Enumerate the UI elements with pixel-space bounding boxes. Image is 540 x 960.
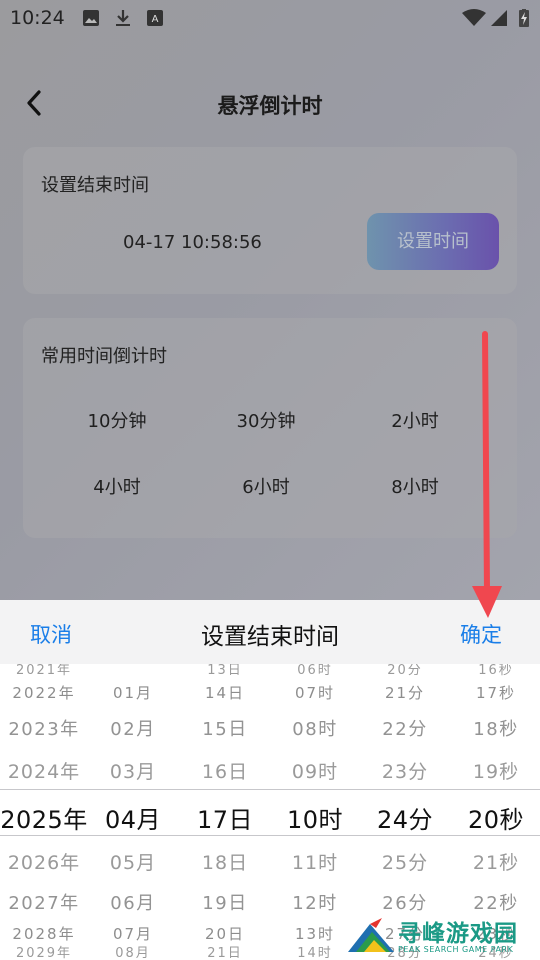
picker-day-option[interactable]: 13日 xyxy=(175,664,275,678)
picker-hour-option[interactable]: 10时 xyxy=(265,800,365,835)
picker-day-option[interactable]: 21日 xyxy=(175,942,275,960)
picker-year-option[interactable]: 2027年 xyxy=(0,889,94,915)
mountain-logo-icon xyxy=(348,918,394,952)
picker-day-option[interactable]: 18日 xyxy=(175,848,275,875)
picker-year-option[interactable]: 2024年 xyxy=(0,757,94,784)
picker-minute-option[interactable]: 24分 xyxy=(355,800,455,835)
picker-second-option[interactable]: 22秒 xyxy=(446,889,540,915)
picker-day-option[interactable]: 14日 xyxy=(175,682,275,703)
watermark-subtext: PEAK SEARCH GAME PARK xyxy=(398,945,514,954)
picker-minute-option[interactable]: 23分 xyxy=(355,757,455,784)
picker-month-option[interactable]: 02月 xyxy=(83,715,183,741)
image-icon xyxy=(83,10,99,26)
picker-day-option[interactable]: 15日 xyxy=(175,715,275,741)
picker-month-option[interactable]: 08月 xyxy=(83,942,183,960)
picker-year-option[interactable]: 2022年 xyxy=(0,682,94,703)
picker-month-option[interactable]: 01月 xyxy=(83,682,183,703)
picker-minute-option[interactable]: 22分 xyxy=(355,715,455,741)
picker-year-option[interactable]: 2021年 xyxy=(0,664,94,678)
picker-hour-option[interactable]: 11时 xyxy=(265,848,365,875)
picker-second-option[interactable]: 17秒 xyxy=(446,682,540,703)
time-picker-sheet: 取消 设置结束时间 确定 2021年 2022年 2023年 2024年 2025年 20… xyxy=(0,600,540,960)
download-icon xyxy=(116,10,130,26)
picker-year-option[interactable]: 2028年 xyxy=(0,923,94,944)
picker-minute-option[interactable]: 21分 xyxy=(355,682,455,703)
presets-card: 常用时间倒计时 10分钟 30分钟 2小时 4小时 6小时 8小时 xyxy=(23,318,517,538)
font-a-icon: A xyxy=(147,10,163,26)
picker-month-option[interactable]: 05月 xyxy=(83,848,183,875)
picker-second-option[interactable]: 19秒 xyxy=(446,757,540,784)
battery-charging-icon xyxy=(519,9,529,27)
picker-second-option[interactable]: 21秒 xyxy=(446,848,540,875)
confirm-button[interactable]: 确定 xyxy=(460,619,502,649)
picker-hour-option[interactable]: 09时 xyxy=(265,757,365,784)
end-time-card-title: 设置结束时间 xyxy=(41,175,149,196)
picker-month-option[interactable]: 03月 xyxy=(83,757,183,784)
picker-minute-option[interactable]: 26分 xyxy=(355,889,455,915)
status-bar: 10:24 A xyxy=(0,0,540,40)
picker-month-option[interactable]: 04月 xyxy=(83,800,183,835)
selection-line-top xyxy=(0,789,540,790)
picker-day-option[interactable]: 20日 xyxy=(175,923,275,944)
preset-10min[interactable]: 10分钟 xyxy=(47,407,187,433)
top-bar: 悬浮倒计时 xyxy=(0,70,540,134)
preset-4h[interactable]: 4小时 xyxy=(47,473,187,499)
picker-day-option[interactable]: 17日 xyxy=(175,800,275,835)
picker-header: 取消 设置结束时间 确定 xyxy=(0,600,540,664)
picker-month-option[interactable]: 06月 xyxy=(83,889,183,915)
picker-year-option[interactable]: 2025年 xyxy=(0,800,94,835)
watermark-text: 寻峰游戏园 xyxy=(398,921,518,947)
picker-minute-option[interactable]: 25分 xyxy=(355,848,455,875)
picker-title: 设置结束时间 xyxy=(201,624,339,650)
preset-6h[interactable]: 6小时 xyxy=(196,473,336,499)
picker-hour-option[interactable]: 12时 xyxy=(265,889,365,915)
page-title: 悬浮倒计时 xyxy=(217,94,323,118)
selection-line-bottom xyxy=(0,835,540,836)
picker-day-option[interactable]: 16日 xyxy=(175,757,275,784)
svg-text:A: A xyxy=(152,14,159,25)
picker-second-option[interactable]: 20秒 xyxy=(446,800,540,835)
preset-30min[interactable]: 30分钟 xyxy=(196,407,336,433)
end-time-card: 设置结束时间 04-17 10:58:56 设置时间 xyxy=(23,147,517,294)
end-time-value: 04-17 10:58:56 xyxy=(123,232,262,253)
picker-hour-option[interactable]: 07时 xyxy=(265,682,365,703)
picker-hour-option[interactable]: 06时 xyxy=(265,664,365,678)
presets-card-title: 常用时间倒计时 xyxy=(41,346,167,367)
status-time: 10:24 xyxy=(10,7,65,29)
picker-year-option[interactable]: 2026年 xyxy=(0,848,94,875)
signal-icon xyxy=(491,10,507,26)
picker-day-option[interactable]: 19日 xyxy=(175,889,275,915)
picker-month-option[interactable]: 07月 xyxy=(83,923,183,944)
preset-8h[interactable]: 8小时 xyxy=(345,473,485,499)
picker-second-option[interactable]: 18秒 xyxy=(446,715,540,741)
picker-year-option[interactable]: 2023年 xyxy=(0,715,94,741)
picker-minute-option[interactable]: 20分 xyxy=(355,664,455,678)
preset-2h[interactable]: 2小时 xyxy=(345,407,485,433)
picker-second-option[interactable]: 16秒 xyxy=(446,664,540,678)
set-time-button[interactable]: 设置时间 xyxy=(367,213,499,270)
picker-hour-option[interactable]: 08时 xyxy=(265,715,365,741)
wifi-icon xyxy=(462,9,486,26)
picker-year-option[interactable]: 2029年 xyxy=(0,942,94,960)
watermark-logo: 寻峰游戏园 PEAK SEARCH GAME PARK xyxy=(346,914,540,960)
